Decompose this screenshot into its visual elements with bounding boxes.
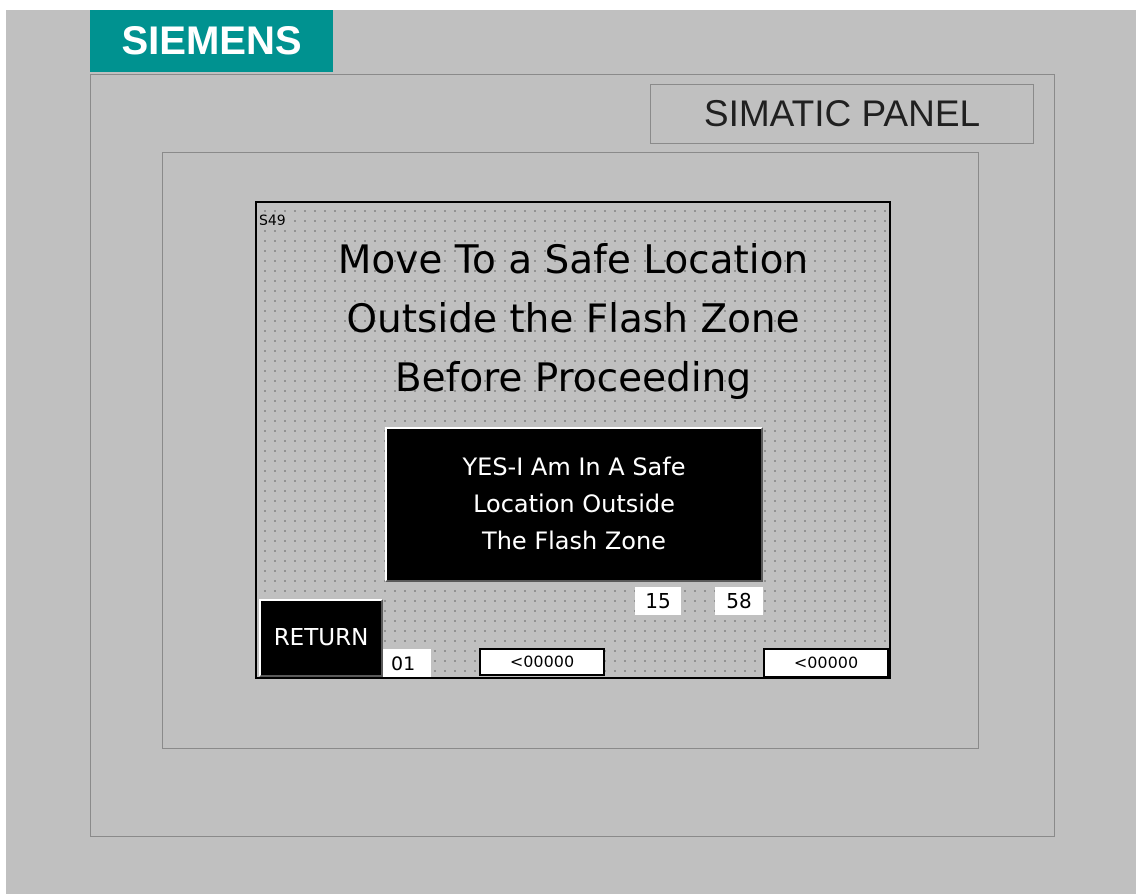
return-button[interactable]: RETURN xyxy=(259,599,383,677)
siemens-logo: SIEMENS xyxy=(90,10,333,72)
panel-model-label: SIMATIC PANEL xyxy=(650,84,1034,144)
confirm-button-label-line: Location Outside xyxy=(473,490,675,518)
confirm-button-label-line: The Flash Zone xyxy=(482,527,666,555)
confirm-safe-location-button[interactable]: YES-I Am In A Safe Location Outside The … xyxy=(385,427,763,582)
confirm-button-label-line: YES-I Am In A Safe xyxy=(462,453,686,481)
value-display-field-2: <00000 xyxy=(763,648,889,677)
screen-id-label: S49 xyxy=(259,213,286,229)
safety-message-line: Before Proceeding xyxy=(394,356,752,401)
screen-number-field: 01 xyxy=(383,649,431,677)
safety-message-line: Move To a Safe Location xyxy=(337,238,809,283)
hmi-screen: S49 Move To a Safe Location Outside the … xyxy=(255,201,891,679)
value-display-field-1: <00000 xyxy=(479,648,605,676)
clock-hour-field: 15 xyxy=(635,587,681,615)
clock-minute-field: 58 xyxy=(715,587,763,615)
safety-message-line: Outside the Flash Zone xyxy=(346,297,800,342)
safety-message: Move To a Safe Location Outside the Flas… xyxy=(257,231,889,408)
